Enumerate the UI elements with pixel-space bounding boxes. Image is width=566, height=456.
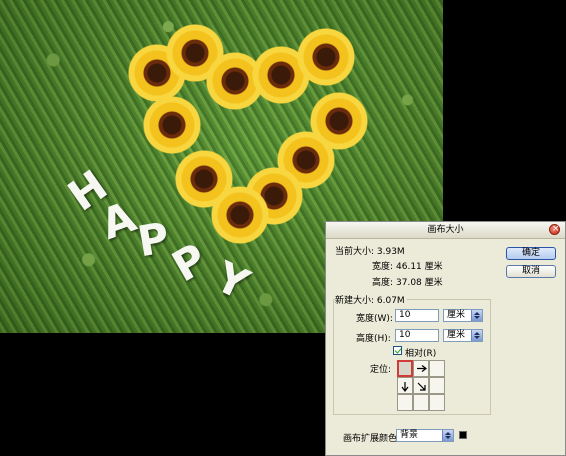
dropdown-arrow-icon <box>442 430 453 441</box>
anchor-grid <box>397 360 445 411</box>
height-input[interactable]: 10 <box>395 329 439 342</box>
sunflower <box>143 96 201 154</box>
dropdown-arrow-icon <box>471 310 482 321</box>
sunflower <box>297 28 355 86</box>
new-width-label: 宽度(W): <box>356 314 393 324</box>
ok-button[interactable]: 确定 <box>506 247 556 260</box>
relative-label: 相对(R) <box>405 349 437 359</box>
canvas-size-dialog: 画布大小 当前大小: 3.93M 宽度: 46.11 厘米 高度: 37.08 … <box>325 221 566 456</box>
height-unit-value: 厘米 <box>447 330 466 340</box>
canvas-extension-select[interactable]: 背景 <box>396 429 454 442</box>
anchor-bottom-right[interactable] <box>429 394 445 411</box>
sunflower <box>175 150 233 208</box>
dialog-title: 画布大小 <box>427 225 464 235</box>
color-swatch[interactable] <box>459 431 467 439</box>
anchor-top-right[interactable] <box>429 360 445 377</box>
close-icon[interactable] <box>549 224 560 235</box>
arrow-diagonal-icon <box>417 382 426 391</box>
width-unit-value: 厘米 <box>447 310 466 320</box>
anchor-middle-left[interactable] <box>397 377 413 394</box>
anchor-top-left[interactable] <box>397 360 413 377</box>
current-height-label: 高度: <box>372 278 394 288</box>
anchor-middle-right[interactable] <box>429 377 445 394</box>
cancel-button[interactable]: 取消 <box>506 265 556 278</box>
anchor-middle-center[interactable] <box>413 377 429 394</box>
anchor-bottom-center[interactable] <box>413 394 429 411</box>
new-size-label: 新建大小: 6.07M <box>335 293 407 306</box>
current-width-label: 宽度: <box>372 262 394 272</box>
arrow-down-icon <box>401 382 409 392</box>
dialog-titlebar[interactable]: 画布大小 <box>326 222 565 239</box>
anchor-label: 定位: <box>370 365 392 375</box>
width-input[interactable]: 10 <box>395 309 439 322</box>
current-size-label: 当前大小: 3.93M <box>335 247 405 257</box>
arrow-right-icon <box>417 365 427 372</box>
canvas-extension-value: 背景 <box>400 430 419 440</box>
anchor-bottom-left[interactable] <box>397 394 413 411</box>
height-unit-select[interactable]: 厘米 <box>443 329 483 342</box>
current-width-value: 46.11 厘米 <box>396 262 443 272</box>
width-unit-select[interactable]: 厘米 <box>443 309 483 322</box>
canvas-extension-label: 画布扩展颜色: <box>343 434 401 444</box>
relative-checkbox[interactable] <box>393 346 402 355</box>
current-height-value: 37.08 厘米 <box>396 278 443 288</box>
dropdown-arrow-icon <box>471 330 482 341</box>
new-height-label: 高度(H): <box>356 334 391 344</box>
anchor-top-center[interactable] <box>413 360 429 377</box>
